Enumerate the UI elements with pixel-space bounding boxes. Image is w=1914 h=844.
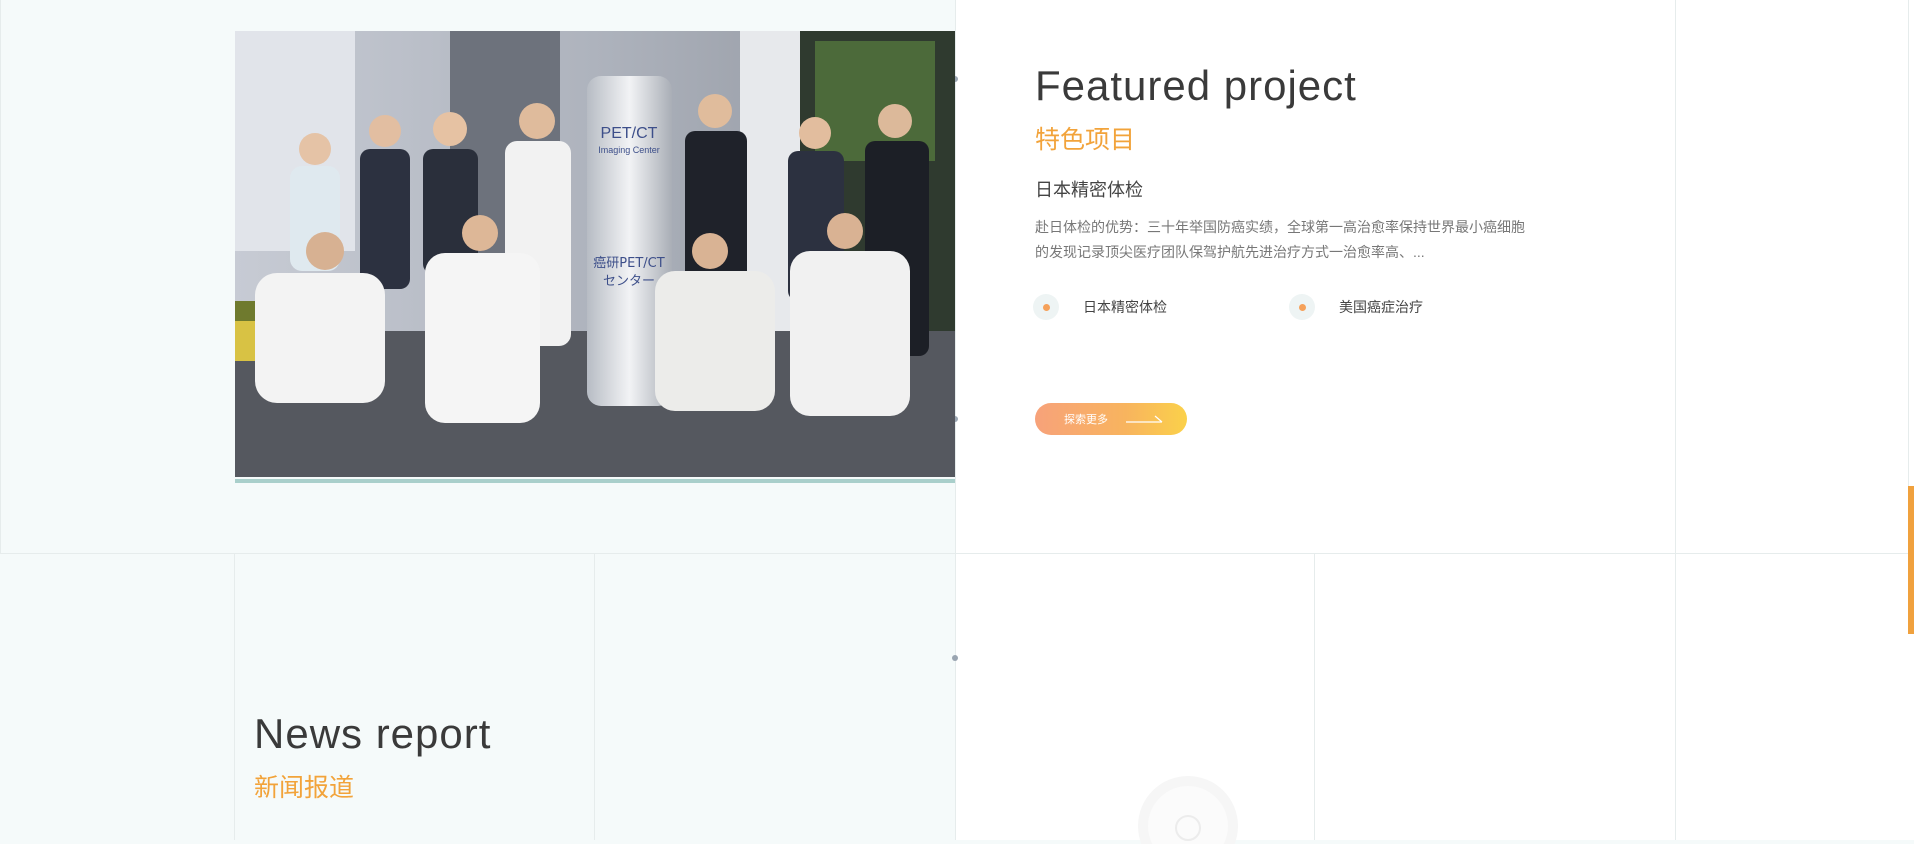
news-section-subtitle: 新闻报道 xyxy=(254,774,355,802)
featured-photo: PET/CT Imaging Center 癌研PET/CT センター xyxy=(235,31,955,477)
news-section-title: News report xyxy=(254,710,492,757)
featured-section-title: Featured project xyxy=(1035,62,1357,109)
photo-sign-text: PET/CT xyxy=(601,125,658,142)
long-arrow-right-icon xyxy=(1126,415,1163,423)
grid-line xyxy=(1675,0,1676,840)
decorative-circle-icon xyxy=(1138,776,1238,844)
photo-sign-jp: 癌研PET/CT xyxy=(593,255,664,271)
news-right-panel xyxy=(955,554,1914,840)
project-tag-label: 日本精密体检 xyxy=(1083,299,1167,315)
project-tag-2[interactable]: 美国癌症治疗 xyxy=(1289,294,1423,320)
grid-line xyxy=(0,553,1914,554)
explore-more-label: 探索更多 xyxy=(1064,414,1108,426)
grid-line xyxy=(594,554,595,840)
photo-sign-subtext: Imaging Center xyxy=(598,145,660,155)
dot-icon xyxy=(1033,294,1059,320)
featured-section-subtitle: 特色项目 xyxy=(1035,126,1136,154)
project-tag-1[interactable]: 日本精密体检 xyxy=(1033,294,1167,320)
project-description: 赴日体检的优势：三十年举国防癌实绩，全球第一高治愈率保持世界最小癌细胞的发现记录… xyxy=(1035,219,1525,260)
grid-line xyxy=(1314,554,1315,840)
grid-line xyxy=(0,0,1,553)
dot-icon xyxy=(1289,294,1315,320)
project-tag-label: 美国癌症治疗 xyxy=(1339,299,1423,315)
photo-sign-jp2: センター xyxy=(603,274,655,289)
photo-accent-line xyxy=(235,479,955,483)
grid-node-dot xyxy=(952,655,958,661)
project-name[interactable]: 日本精密体检 xyxy=(1035,176,1143,202)
grid-line xyxy=(1908,0,1909,553)
grid-line xyxy=(234,554,235,840)
explore-more-button[interactable]: 探索更多 xyxy=(1035,403,1187,435)
scrollbar-thumb[interactable] xyxy=(1908,486,1914,634)
